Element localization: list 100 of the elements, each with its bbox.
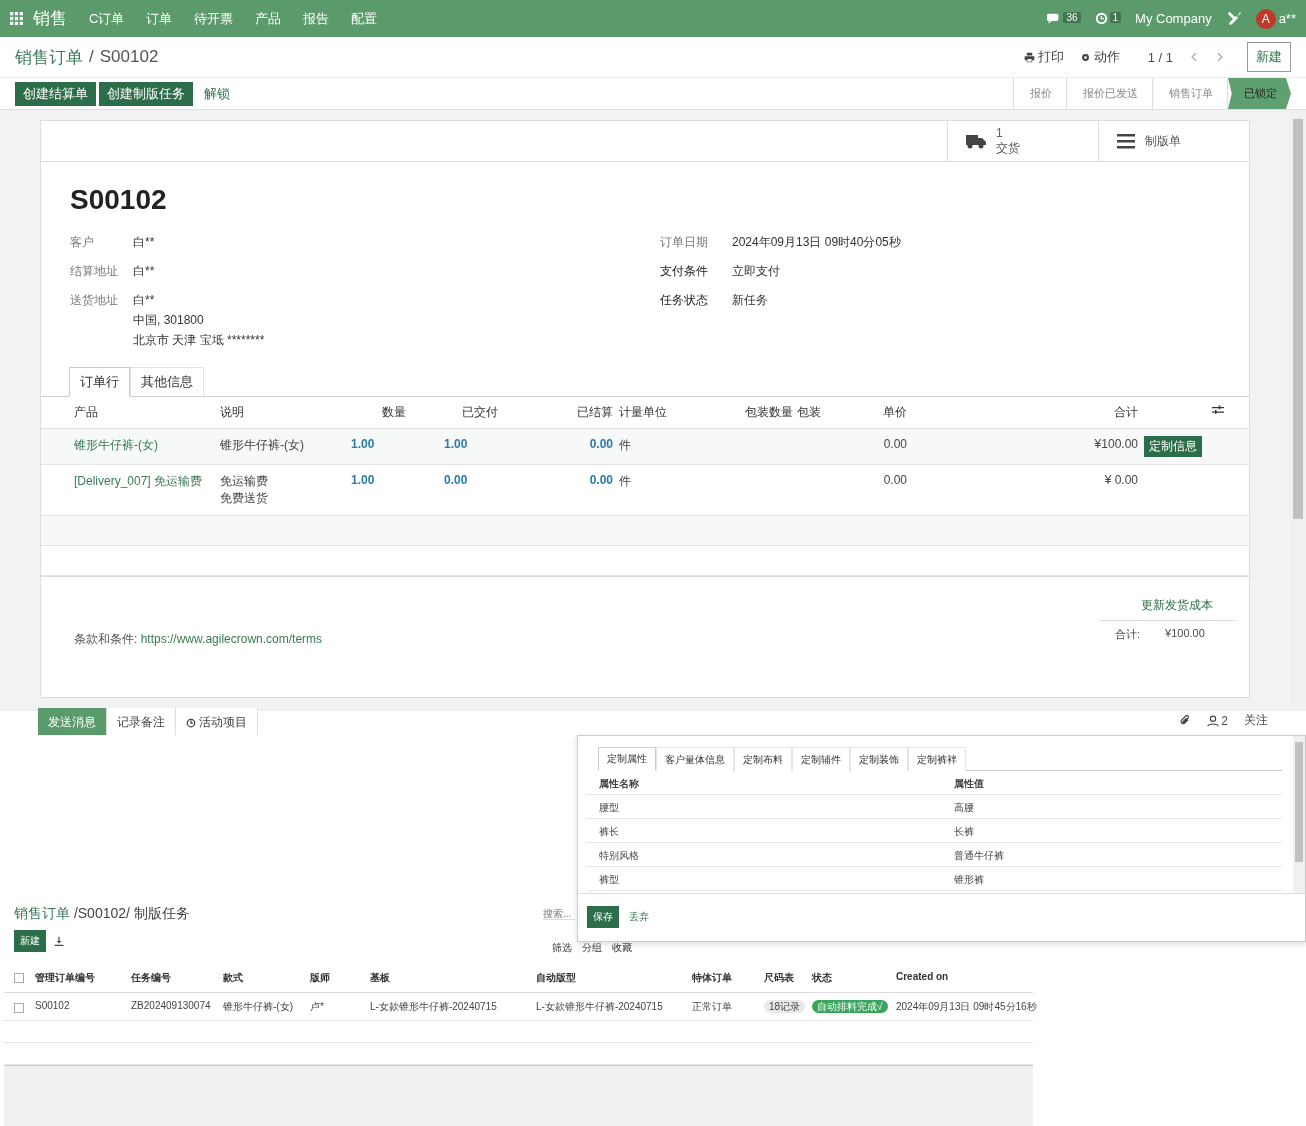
select-all-checkbox[interactable] xyxy=(14,973,24,983)
apps-menu-icon xyxy=(10,12,23,25)
field-value[interactable]: 白** xyxy=(133,263,155,280)
invoiced-cell-text: 0.00 xyxy=(588,436,613,453)
tab[interactable]: 订单行 xyxy=(69,367,130,397)
breadcrumb-link[interactable]: 销售订单 xyxy=(14,905,70,923)
search-field[interactable]: 搜索... xyxy=(543,908,575,920)
field-value[interactable]: 新任务 xyxy=(732,292,768,309)
follower-count[interactable]: 2 xyxy=(1221,713,1228,728)
table-cell: 卢* xyxy=(310,993,370,1021)
field-label: 客户 xyxy=(70,234,95,251)
attribute-value: 普通牛仔裤 xyxy=(942,843,1282,867)
tab[interactable]: 其他信息 xyxy=(130,367,204,397)
table-cell: 正常订单 xyxy=(692,993,764,1021)
column-header[interactable]: 包装 xyxy=(793,397,857,428)
subtotal-cell-text: ¥ 0.00 xyxy=(1103,472,1138,489)
table-cell: S00102 xyxy=(35,993,131,1021)
column-header[interactable]: 说明 xyxy=(220,397,346,428)
quantity-cell-text: 1.00 xyxy=(350,436,376,453)
delivered-cell-text: 1.00 xyxy=(443,436,469,453)
size-table-tag: 18记录 xyxy=(764,1000,806,1013)
clock-icon xyxy=(186,717,196,728)
unlock-button[interactable]: 解锁 xyxy=(196,81,238,106)
column-header: 属性名称 xyxy=(587,771,942,795)
attribute-value: 长裤 xyxy=(942,819,1282,843)
tab[interactable]: 定制装饰 xyxy=(850,747,908,771)
action-button[interactable]: 创建制版任务 xyxy=(99,81,193,106)
address-line: 中国, 301800 xyxy=(133,312,205,329)
filter-button[interactable]: 收藏 xyxy=(612,941,632,955)
tools-icon xyxy=(1225,10,1242,27)
column-header[interactable]: 已交付 xyxy=(406,397,498,428)
delivered-cell-text: 0.00 xyxy=(443,472,469,489)
column-header[interactable]: 状态 xyxy=(812,963,896,993)
tab[interactable]: 客户量体信息 xyxy=(656,747,734,771)
column-header[interactable]: 已结算 xyxy=(498,397,613,428)
breadcrumb-separator: / xyxy=(89,47,94,67)
new-button[interactable]: 新建 xyxy=(1247,42,1291,72)
order-title: S00102 xyxy=(70,184,168,216)
column-header[interactable]: 版师 xyxy=(310,963,370,993)
column-header[interactable]: 自动版型 xyxy=(536,963,692,993)
save-button[interactable]: 保存 xyxy=(587,906,619,928)
log-note-button[interactable]: 记录备注 xyxy=(107,708,176,735)
field-value[interactable]: 立即支付 xyxy=(732,263,780,280)
column-header[interactable]: 单价 xyxy=(857,397,907,428)
activity-count: 1 xyxy=(1109,12,1122,23)
column-header[interactable]: 合计 xyxy=(907,397,1138,428)
filter-button[interactable]: 筛选 xyxy=(552,941,572,955)
breadcrumb-path: /S00102/ 制版任务 xyxy=(72,905,190,923)
column-header[interactable]: 计量单位 xyxy=(613,397,738,428)
address-line: 北京市 天津 宝坻 ******** xyxy=(133,332,265,349)
breadcrumb-link[interactable]: 销售订单 xyxy=(15,45,83,69)
field-value[interactable]: 2024年09月13日 09时40分05秒 xyxy=(732,234,901,251)
column-header[interactable]: 特体订单 xyxy=(692,963,764,993)
column-header[interactable]: 产品 xyxy=(74,397,220,428)
field-label: 支付条件 xyxy=(660,263,709,280)
custom-info-button[interactable]: 定制信息 xyxy=(1144,436,1202,457)
column-header[interactable]: 款式 xyxy=(223,963,310,993)
record-name: S00102 xyxy=(99,47,159,67)
subtotal-cell-text: ¥100.00 xyxy=(1093,436,1138,453)
unit-price-cell-text: 0.00 xyxy=(882,436,907,453)
new-button[interactable]: 新建 xyxy=(14,930,46,952)
table-cell: L-女款锥形牛仔裤-20240715 xyxy=(536,993,692,1021)
field-value[interactable]: 白** xyxy=(133,234,155,251)
column-header[interactable]: 数量 xyxy=(346,397,406,428)
column-header[interactable]: 尺码表 xyxy=(764,963,812,993)
field-value[interactable]: 白** xyxy=(133,292,265,309)
print-button[interactable]: 打印 xyxy=(1023,48,1064,66)
column-header[interactable]: 包装数量 xyxy=(738,397,793,428)
chevron-right-icon xyxy=(1215,51,1225,63)
product-cell[interactable]: [Delivery_007] 免运输费 xyxy=(74,465,220,498)
column-header[interactable]: 管理订单编号 xyxy=(35,963,131,993)
tab[interactable]: 定制裤袢 xyxy=(908,747,966,771)
attribute-name: 特别风格 xyxy=(587,843,942,867)
row-checkbox[interactable] xyxy=(14,1003,24,1013)
scrollbar[interactable] xyxy=(1293,736,1305,893)
update-shipping-button[interactable]: 更新发货成本 xyxy=(1100,597,1235,621)
follow-button[interactable]: 关注 xyxy=(1244,712,1268,729)
column-header[interactable]: 基板 xyxy=(370,963,536,993)
table-cell: L-女款锥形牛仔裤-20240715 xyxy=(370,993,536,1021)
action-button[interactable]: 动作 xyxy=(1079,48,1120,66)
product-cell[interactable]: 锥形牛仔裤-(女) xyxy=(74,429,220,462)
status-stage[interactable]: 已锁定 xyxy=(1228,78,1291,109)
gear-icon xyxy=(1079,51,1091,63)
field-label: 任务状态 xyxy=(660,292,709,309)
attribute-name: 裤型 xyxy=(587,867,942,891)
menu-icon xyxy=(1117,133,1135,149)
discard-button[interactable]: 丢弃 xyxy=(629,910,649,924)
app-name: 销售 xyxy=(33,8,67,30)
terms-link[interactable]: https://www.agilecrown.com/terms xyxy=(140,632,323,646)
column-header[interactable]: Created on xyxy=(896,963,1033,993)
tab[interactable]: 定制辅件 xyxy=(792,747,850,771)
tab[interactable]: 定制布料 xyxy=(734,747,792,771)
action-button[interactable]: 创建结算单 xyxy=(15,81,96,106)
activities-button[interactable]: 活动项目 xyxy=(176,708,258,735)
filter-button[interactable]: 分组 xyxy=(582,941,602,955)
attribute-value: 高腰 xyxy=(942,795,1282,819)
quantity-cell-text: 1.00 xyxy=(350,472,376,489)
user-avatar[interactable]: A xyxy=(1255,8,1276,29)
tab[interactable]: 定制属性 xyxy=(598,747,656,771)
column-header[interactable]: 任务编号 xyxy=(131,963,223,993)
